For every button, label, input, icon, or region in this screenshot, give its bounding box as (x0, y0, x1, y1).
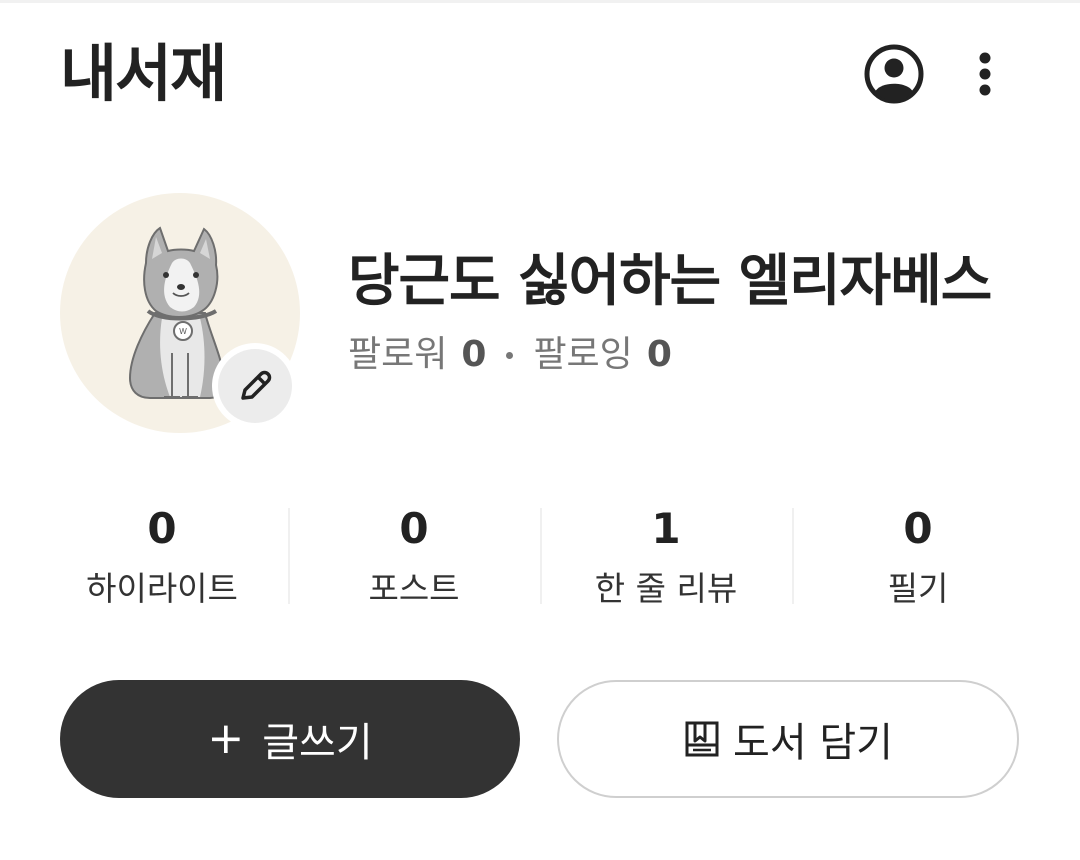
write-button-label: 글쓰기 (262, 720, 373, 766)
stat-count: 1 (651, 504, 681, 553)
profile-nickname: 당근도 싫어하는 엘리자베스 (348, 249, 992, 314)
pencil-icon (241, 370, 272, 400)
followers-count: 0 (461, 334, 487, 375)
svg-text:W: W (179, 327, 187, 336)
stat-posts[interactable]: 0 포스트 (288, 500, 540, 616)
add-book-button[interactable]: 도서 담기 (557, 680, 1019, 798)
stat-short-reviews[interactable]: 1 한 줄 리뷰 (540, 500, 792, 616)
edit-button-circle (218, 349, 292, 423)
page-title: 내서재 (60, 37, 227, 110)
stat-count: 0 (399, 504, 429, 553)
more-vertical-icon (979, 52, 991, 96)
add-book-button-label: 도서 담기 (733, 720, 893, 766)
header: 내서재 (0, 0, 1080, 150)
stat-count: 0 (903, 504, 933, 553)
following-label: 팔로잉 (533, 334, 633, 375)
following-count: 0 (646, 334, 672, 375)
book-add-icon (683, 719, 721, 759)
account-circle-icon (864, 44, 924, 104)
stat-highlights[interactable]: 0 하이라이트 (36, 500, 288, 616)
write-button[interactable]: + 글쓰기 (60, 680, 520, 798)
stat-label: 포스트 (368, 569, 460, 608)
follow-stats: 팔로워 0 팔로잉 0 (348, 330, 672, 380)
profile-avatar-container: W (60, 193, 300, 433)
stat-label: 하이라이트 (86, 569, 238, 608)
stat-notes[interactable]: 0 필기 (792, 500, 1044, 616)
edit-profile-button[interactable] (212, 343, 298, 429)
account-button[interactable] (860, 40, 928, 108)
stat-count: 0 (147, 504, 177, 553)
stat-label: 필기 (887, 569, 949, 608)
activity-stats: 0 하이라이트 0 포스트 1 한 줄 리뷰 0 필기 (36, 500, 1044, 616)
separator-dot (506, 351, 514, 359)
more-options-button[interactable] (960, 44, 1010, 104)
stat-label: 한 줄 리뷰 (594, 569, 738, 608)
plus-icon: + (207, 713, 245, 764)
followers-link[interactable]: 팔로워 0 (348, 330, 486, 380)
followers-label: 팔로워 (348, 334, 448, 375)
following-link[interactable]: 팔로잉 0 (533, 330, 671, 380)
